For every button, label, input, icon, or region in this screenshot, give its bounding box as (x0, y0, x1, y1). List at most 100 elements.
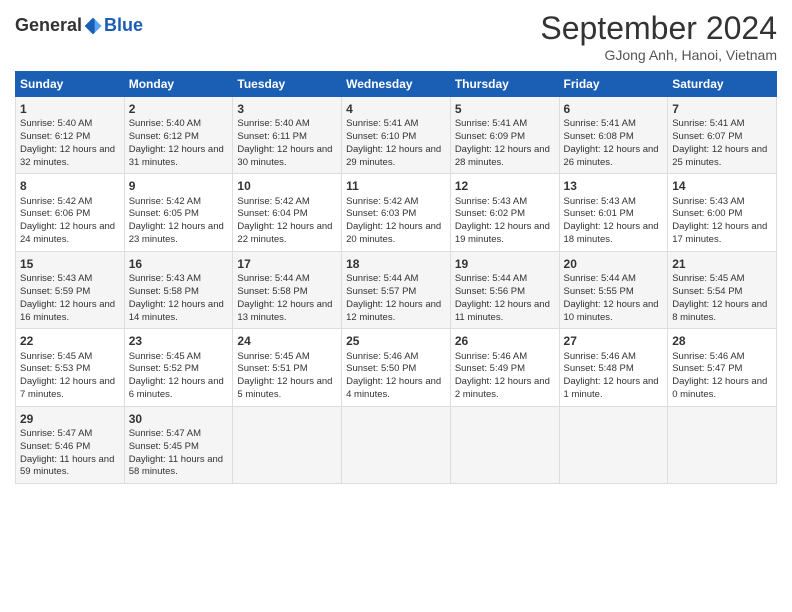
calendar-cell: 10Sunrise: 5:42 AMSunset: 6:04 PMDayligh… (233, 174, 342, 251)
daylight-text: Daylight: 12 hours and 4 minutes. (346, 376, 441, 400)
header-monday: Monday (124, 72, 233, 97)
sunset-text: Sunset: 5:52 PM (129, 363, 199, 374)
calendar-row: 22Sunrise: 5:45 AMSunset: 5:53 PMDayligh… (16, 329, 777, 406)
daylight-text: Daylight: 12 hours and 23 minutes. (129, 221, 224, 245)
header-area: General Blue September 2024 GJong Anh, H… (15, 10, 777, 63)
calendar-cell: 29Sunrise: 5:47 AMSunset: 5:46 PMDayligh… (16, 406, 125, 483)
sunset-text: Sunset: 5:50 PM (346, 363, 416, 374)
day-number: 12 (455, 178, 555, 194)
month-title: September 2024 (540, 10, 777, 47)
sunset-text: Sunset: 6:06 PM (20, 208, 90, 219)
calendar-cell: 15Sunrise: 5:43 AMSunset: 5:59 PMDayligh… (16, 251, 125, 328)
sunrise-text: Sunrise: 5:46 AM (455, 351, 527, 362)
daylight-text: Daylight: 12 hours and 16 minutes. (20, 299, 115, 323)
daylight-text: Daylight: 12 hours and 26 minutes. (564, 144, 659, 168)
daylight-text: Daylight: 12 hours and 17 minutes. (672, 221, 767, 245)
sunrise-text: Sunrise: 5:40 AM (129, 118, 201, 129)
sunset-text: Sunset: 5:47 PM (672, 363, 742, 374)
calendar-cell: 17Sunrise: 5:44 AMSunset: 5:58 PMDayligh… (233, 251, 342, 328)
calendar-row: 15Sunrise: 5:43 AMSunset: 5:59 PMDayligh… (16, 251, 777, 328)
sunset-text: Sunset: 6:07 PM (672, 131, 742, 142)
day-number: 27 (564, 333, 664, 349)
sunset-text: Sunset: 5:57 PM (346, 286, 416, 297)
day-number: 5 (455, 101, 555, 117)
title-area: September 2024 GJong Anh, Hanoi, Vietnam (540, 10, 777, 63)
header-row: Sunday Monday Tuesday Wednesday Thursday… (16, 72, 777, 97)
calendar-cell: 21Sunrise: 5:45 AMSunset: 5:54 PMDayligh… (668, 251, 777, 328)
calendar-cell: 9Sunrise: 5:42 AMSunset: 6:05 PMDaylight… (124, 174, 233, 251)
sunset-text: Sunset: 5:53 PM (20, 363, 90, 374)
calendar-cell: 8Sunrise: 5:42 AMSunset: 6:06 PMDaylight… (16, 174, 125, 251)
calendar-table: Sunday Monday Tuesday Wednesday Thursday… (15, 71, 777, 484)
calendar-cell: 12Sunrise: 5:43 AMSunset: 6:02 PMDayligh… (450, 174, 559, 251)
sunrise-text: Sunrise: 5:43 AM (672, 196, 744, 207)
calendar-cell: 22Sunrise: 5:45 AMSunset: 5:53 PMDayligh… (16, 329, 125, 406)
day-number: 10 (237, 178, 337, 194)
sunrise-text: Sunrise: 5:45 AM (237, 351, 309, 362)
daylight-text: Daylight: 12 hours and 6 minutes. (129, 376, 224, 400)
daylight-text: Daylight: 12 hours and 25 minutes. (672, 144, 767, 168)
calendar-cell (342, 406, 451, 483)
daylight-text: Daylight: 12 hours and 30 minutes. (237, 144, 332, 168)
day-number: 2 (129, 101, 229, 117)
sunrise-text: Sunrise: 5:46 AM (564, 351, 636, 362)
daylight-text: Daylight: 12 hours and 5 minutes. (237, 376, 332, 400)
calendar-cell (233, 406, 342, 483)
day-number: 20 (564, 256, 664, 272)
sunrise-text: Sunrise: 5:46 AM (672, 351, 744, 362)
daylight-text: Daylight: 12 hours and 22 minutes. (237, 221, 332, 245)
sunset-text: Sunset: 5:58 PM (129, 286, 199, 297)
calendar-row: 1Sunrise: 5:40 AMSunset: 6:12 PMDaylight… (16, 97, 777, 174)
calendar-cell: 19Sunrise: 5:44 AMSunset: 5:56 PMDayligh… (450, 251, 559, 328)
daylight-text: Daylight: 11 hours and 59 minutes. (20, 454, 114, 478)
main-container: General Blue September 2024 GJong Anh, H… (0, 0, 792, 494)
daylight-text: Daylight: 12 hours and 13 minutes. (237, 299, 332, 323)
header-friday: Friday (559, 72, 668, 97)
day-number: 25 (346, 333, 446, 349)
sunrise-text: Sunrise: 5:45 AM (129, 351, 201, 362)
calendar-cell: 2Sunrise: 5:40 AMSunset: 6:12 PMDaylight… (124, 97, 233, 174)
daylight-text: Daylight: 12 hours and 1 minute. (564, 376, 659, 400)
day-number: 26 (455, 333, 555, 349)
calendar-cell: 27 Sunrise: 5:46 AMSunset: 5:48 PM Dayligh… (559, 329, 668, 406)
daylight-text: Daylight: 12 hours and 0 minutes. (672, 376, 767, 400)
sunset-text: Sunset: 5:51 PM (237, 363, 307, 374)
sunset-text: Sunset: 5:55 PM (564, 286, 634, 297)
day-number: 23 (129, 333, 229, 349)
calendar-cell (668, 406, 777, 483)
header-saturday: Saturday (668, 72, 777, 97)
daylight-text: Daylight: 12 hours and 18 minutes. (564, 221, 659, 245)
calendar-cell: 7Sunrise: 5:41 AM Sunset: 6:07 PM Daylight… (668, 97, 777, 174)
day-number: 28 (672, 333, 772, 349)
sunset-text: Sunset: 5:48 PM (564, 363, 634, 374)
sunset-text: Sunset: 6:10 PM (346, 131, 416, 142)
sunrise-text: Sunrise: 5:41 AM (672, 118, 744, 129)
day-number: 4 (346, 101, 446, 117)
day-number: 19 (455, 256, 555, 272)
calendar-cell: 28 Sunrise: 5:46 AMSunset: 5:47 PM Dayligh… (668, 329, 777, 406)
daylight-text: Daylight: 12 hours and 14 minutes. (129, 299, 224, 323)
sunrise-text: Sunrise: 5:41 AM (346, 118, 418, 129)
daylight-text: Daylight: 12 hours and 8 minutes. (672, 299, 767, 323)
calendar-cell: 3Sunrise: 5:40 AMSunset: 6:11 PMDaylight… (233, 97, 342, 174)
daylight-text: Daylight: 11 hours and 58 minutes. (129, 454, 223, 478)
day-number: 6 (564, 101, 664, 117)
sunrise-text: Sunrise: 5:47 AM (20, 428, 92, 439)
day-number: 7 (672, 101, 772, 117)
calendar-cell (559, 406, 668, 483)
sunset-text: Sunset: 6:12 PM (129, 131, 199, 142)
calendar-cell: 23 Sunrise: 5:45 AMSunset: 5:52 PM Dayligh… (124, 329, 233, 406)
calendar-cell: 18Sunrise: 5:44 AMSunset: 5:57 PMDayligh… (342, 251, 451, 328)
daylight-text: Daylight: 12 hours and 32 minutes. (20, 144, 115, 168)
sunrise-text: Sunrise: 5:44 AM (564, 273, 636, 284)
day-number: 29 (20, 411, 120, 427)
sunrise-text: Sunrise: 5:43 AM (564, 196, 636, 207)
sunset-text: Sunset: 6:08 PM (564, 131, 634, 142)
location-subtitle: GJong Anh, Hanoi, Vietnam (540, 47, 777, 63)
sunset-text: Sunset: 6:11 PM (237, 131, 307, 142)
logo: General Blue (15, 15, 143, 36)
daylight-text: Daylight: 12 hours and 10 minutes. (564, 299, 659, 323)
sunset-text: Sunset: 6:04 PM (237, 208, 307, 219)
day-number: 21 (672, 256, 772, 272)
day-number: 11 (346, 178, 446, 194)
